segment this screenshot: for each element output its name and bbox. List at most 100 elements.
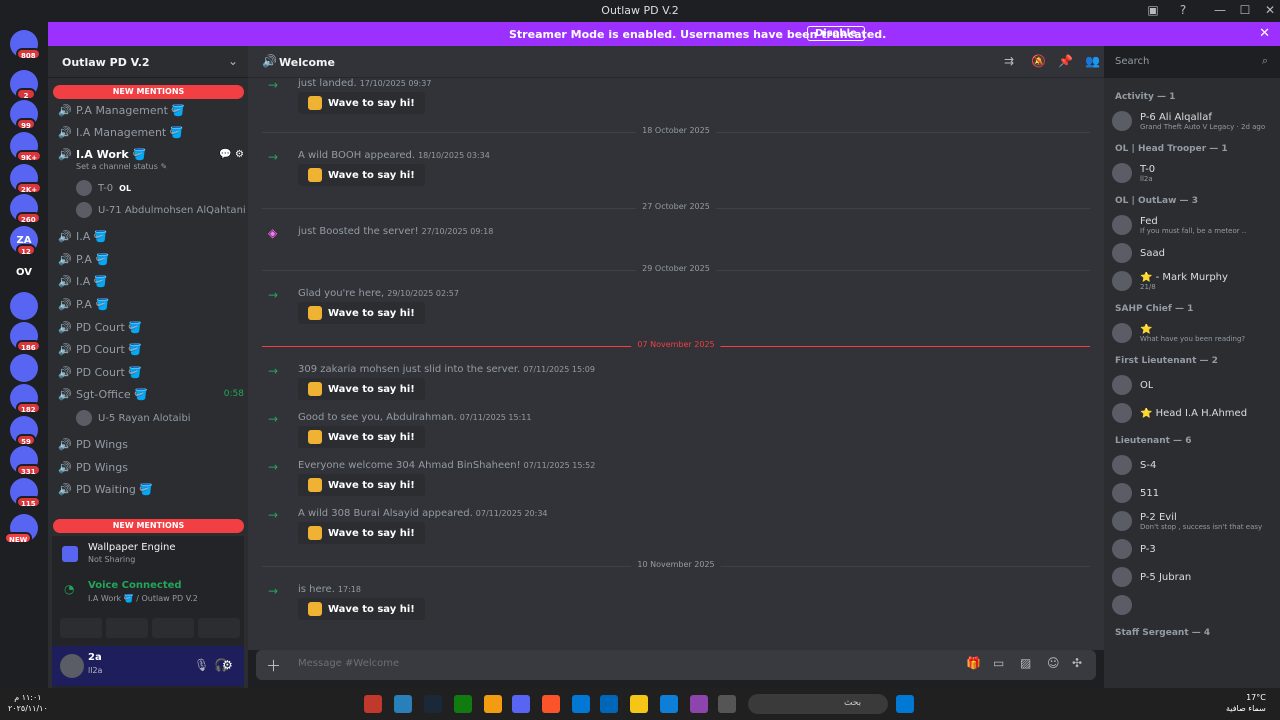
inbox-icon[interactable]: ▣ (1143, 3, 1163, 17)
voice-channel[interactable]: 🔊 I.A Work 🪣 💬 ⚙ (58, 144, 244, 164)
wave-button[interactable]: Wave to say hi! (298, 598, 425, 620)
channel-actions[interactable]: 💬 ⚙ (219, 149, 244, 160)
message-composer[interactable]: ＋ Message #Welcome 🎁 ▭ ▨ ☺ ✣ (256, 650, 1096, 680)
voice-channel[interactable]: 🔊 PD Court 🪣 (58, 317, 244, 337)
voice-channel[interactable]: 🔊 P.A Management 🪣 (58, 100, 244, 120)
system-message[interactable]: → Glad you're here, 29/10/2025 02:57 Wave t… (248, 288, 1098, 336)
folder-icon[interactable] (630, 695, 648, 713)
voice-channel[interactable]: 🔊 P.A 🪣 (58, 294, 244, 314)
clock-time[interactable]: ١١:٠١ م (8, 692, 48, 703)
members-icon[interactable]: 👥 (1085, 54, 1100, 68)
voice-channel[interactable]: 🔊 P.A 🪣 (58, 249, 244, 269)
maximize-button[interactable]: ☐ (1235, 3, 1255, 17)
xbox-icon[interactable] (454, 695, 472, 713)
edge-icon[interactable] (660, 695, 678, 713)
gift-icon[interactable]: 🎁 (966, 656, 981, 670)
member-item[interactable]: P-6 Ali Alqallaf Grand Theft Auto V Legac… (1112, 108, 1276, 134)
search-input[interactable]: Search ⌕ (1108, 52, 1274, 72)
member-item[interactable]: S-4 (1112, 452, 1276, 478)
emoji-icon[interactable]: ☺ (1047, 656, 1060, 670)
system-message[interactable]: → Everyone welcome 304 Ahmad BinShaheen! 0… (248, 460, 1098, 508)
member-item[interactable]: T-0 ll2a (1112, 160, 1276, 186)
gif-icon[interactable]: ▭ (993, 656, 1004, 670)
member-item[interactable]: ⭐ - Mark Murphy 21/8 (1112, 268, 1276, 294)
member-item[interactable]: Saad (1112, 240, 1276, 266)
system-message[interactable]: → is here. 17:18 Wave to say hi! (248, 584, 1098, 632)
server-icon[interactable] (10, 354, 38, 382)
threads-icon[interactable]: ⇉ (1004, 54, 1014, 68)
wave-button[interactable]: Wave to say hi! (298, 378, 425, 400)
app-icon[interactable] (394, 695, 412, 713)
screen-share-button[interactable] (106, 618, 148, 638)
system-message[interactable]: → 309 zakaria mohsen just slid into the s… (248, 364, 1098, 412)
member-item[interactable]: P-2 Evil Don't stop , success isn't that … (1112, 508, 1276, 534)
member-item[interactable]: P-5 Jubran (1112, 564, 1276, 590)
member-item[interactable]: ⭐ What have you been reading? (1112, 320, 1276, 346)
outlook-icon[interactable] (572, 695, 590, 713)
wave-button[interactable]: Wave to say hi! (298, 302, 425, 324)
voice-channel[interactable]: 🔊 PD Wings (58, 457, 244, 477)
disable-streamer-button[interactable]: Disable (807, 26, 865, 41)
pin-icon[interactable]: 📌 (1058, 54, 1073, 68)
voice-channel[interactable]: 🔊 I.A 🪣 (58, 271, 244, 291)
voice-user[interactable]: U-5 Rayan Alotaibi (76, 410, 191, 426)
close-icon[interactable]: ✕ (1259, 26, 1270, 41)
brave-icon[interactable] (542, 695, 560, 713)
sticker-icon[interactable]: ▨ (1020, 656, 1031, 670)
system-message[interactable]: → just landed. 17/10/2025 09:37 Wave to say… (248, 78, 1098, 126)
voice-channel[interactable]: 🔊 PD Waiting 🪣 (58, 479, 244, 499)
steam-icon[interactable] (424, 695, 442, 713)
soundboard-button[interactable] (198, 618, 240, 638)
weather-temp[interactable]: 17°C (1226, 692, 1266, 703)
voice-channel[interactable]: 🔊 I.A Management 🪣 (58, 122, 244, 142)
close-window-button[interactable]: ✕ (1260, 3, 1280, 17)
chevron-down-icon[interactable]: ⌄ (228, 54, 238, 68)
member-item[interactable]: Fed If you must fall, be a meteor .. (1112, 212, 1276, 238)
signal-icon[interactable]: ◔ (64, 582, 74, 596)
member-item[interactable]: 511 (1112, 480, 1276, 506)
windows-start-icon[interactable] (896, 695, 914, 713)
server-icon[interactable]: OV (10, 258, 38, 286)
microphone-icon[interactable]: 🎙 (194, 658, 209, 672)
voice-channel[interactable]: 🔊 I.A 🪣 (58, 226, 244, 246)
new-mentions-pill[interactable]: NEW MENTIONS (53, 85, 244, 99)
voice-channel-path[interactable]: I.A Work 🪣 / Outlaw PD V.2 (88, 594, 198, 603)
channel-status[interactable]: Set a channel status ✎ (76, 162, 167, 171)
member-item[interactable] (1112, 592, 1276, 618)
voice-channel[interactable]: 🔊 PD Wings (58, 434, 244, 454)
minimize-button[interactable]: — (1210, 3, 1230, 17)
app-icon[interactable] (484, 695, 502, 713)
wave-button[interactable]: Wave to say hi! (298, 426, 425, 448)
wave-button[interactable]: Wave to say hi! (298, 522, 425, 544)
app-icon[interactable] (364, 695, 382, 713)
copilot-icon[interactable] (690, 695, 708, 713)
app-icon[interactable] (718, 695, 736, 713)
wave-button[interactable]: Wave to say hi! (298, 92, 425, 114)
voice-user[interactable]: U-71 Abdulmohsen AlQahtani (76, 202, 246, 218)
add-attachment-icon[interactable]: ＋ (266, 655, 281, 676)
clock-date[interactable]: ٢٠٢٥/١١/١٠ (8, 703, 48, 714)
mute-icon[interactable]: 🔕 (1031, 54, 1046, 68)
discord-icon[interactable] (512, 695, 530, 713)
voice-user[interactable]: T-0 OL (76, 180, 131, 196)
gear-icon[interactable]: ⚙ (222, 658, 233, 672)
taskbar-search[interactable]: بحث (748, 694, 888, 714)
store-icon[interactable] (600, 695, 618, 713)
voice-channel[interactable]: 🔊 PD Court 🪣 (58, 362, 244, 382)
wave-button[interactable]: Wave to say hi! (298, 164, 425, 186)
member-item[interactable]: ⭐ Head I.A H.Ahmed (1112, 400, 1276, 426)
system-message[interactable]: → A wild BOOH appeared. 18/10/2025 03:34 Wa… (248, 150, 1098, 198)
wave-button[interactable]: Wave to say hi! (298, 474, 425, 496)
activities-button[interactable] (152, 618, 194, 638)
voice-channel[interactable]: 🔊 PD Court 🪣 (58, 339, 244, 359)
help-icon[interactable]: ? (1173, 3, 1193, 17)
member-item[interactable]: OL (1112, 372, 1276, 398)
voice-channel[interactable]: 🔊 Sgt-Office 🪣 0:58 (58, 384, 244, 404)
camera-off-button[interactable] (60, 618, 102, 638)
new-mentions-pill[interactable]: NEW MENTIONS (53, 519, 244, 533)
server-icon[interactable] (10, 292, 38, 320)
avatar[interactable] (60, 654, 84, 678)
system-message[interactable]: → Good to see you, Abdulrahman. 07/11/2025… (248, 412, 1098, 460)
system-message[interactable]: → A wild 308 Burai Alsayid appeared. 07/11… (248, 508, 1098, 556)
apps-icon[interactable]: ✣ (1072, 656, 1082, 670)
